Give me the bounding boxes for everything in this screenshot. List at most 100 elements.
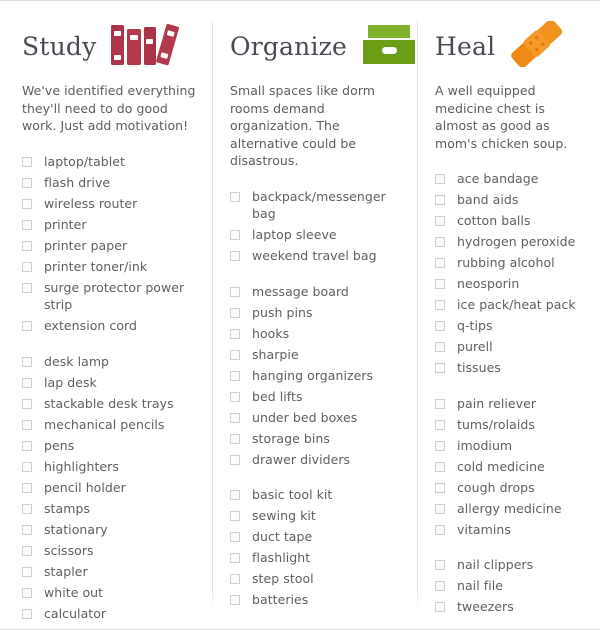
list-item[interactable]: backpack/messenger bag xyxy=(230,188,407,223)
list-item[interactable]: printer toner/ink xyxy=(22,258,202,276)
checkbox[interactable] xyxy=(435,503,445,514)
checkbox[interactable] xyxy=(435,195,445,205)
checkbox[interactable] xyxy=(230,511,240,521)
checkbox[interactable] xyxy=(435,300,445,310)
checkbox[interactable] xyxy=(22,261,32,272)
checkbox[interactable] xyxy=(22,587,32,598)
list-item[interactable]: sewing kit xyxy=(230,507,407,525)
checkbox[interactable] xyxy=(230,454,240,465)
list-item[interactable]: printer paper xyxy=(22,237,202,255)
list-item[interactable]: batteries xyxy=(230,591,407,609)
list-item[interactable]: surge protector power strip xyxy=(22,279,202,314)
checkbox[interactable] xyxy=(230,251,240,261)
list-item[interactable]: laptop sleeve xyxy=(230,226,407,244)
checkbox[interactable] xyxy=(22,461,32,472)
list-item[interactable]: flash drive xyxy=(22,174,202,192)
list-item[interactable]: vitamins xyxy=(435,521,590,539)
list-item[interactable]: lap desk xyxy=(22,374,202,392)
list-item[interactable]: calculator xyxy=(22,605,202,623)
checkbox[interactable] xyxy=(22,282,32,293)
list-item[interactable]: desk lamp xyxy=(22,353,202,371)
checkbox[interactable] xyxy=(435,440,445,451)
checkbox[interactable] xyxy=(435,279,445,289)
checkbox[interactable] xyxy=(22,524,32,535)
list-item[interactable]: duct tape xyxy=(230,528,407,546)
list-item[interactable]: flashlight xyxy=(230,549,407,567)
list-item[interactable]: hanging organizers xyxy=(230,367,407,385)
list-item[interactable]: pencil holder xyxy=(22,479,202,497)
list-item[interactable]: printer xyxy=(22,216,202,234)
list-item[interactable]: hooks xyxy=(230,325,407,343)
list-item[interactable]: scissors xyxy=(22,542,202,560)
list-item[interactable]: ice pack/heat pack xyxy=(435,296,590,314)
list-item[interactable]: wireless router xyxy=(22,195,202,213)
checkbox[interactable] xyxy=(230,490,240,500)
list-item[interactable]: bed lifts xyxy=(230,388,407,406)
list-item[interactable]: cold medicine xyxy=(435,458,590,476)
list-item[interactable]: pain reliever xyxy=(435,395,590,413)
list-item[interactable]: nail file xyxy=(435,577,590,595)
list-item[interactable]: push pins xyxy=(230,304,407,322)
checkbox[interactable] xyxy=(22,198,32,209)
checkbox[interactable] xyxy=(230,433,240,444)
list-item[interactable]: cough drops xyxy=(435,479,590,497)
checkbox[interactable] xyxy=(230,412,240,423)
list-item[interactable]: stackable desk trays xyxy=(22,395,202,413)
checkbox[interactable] xyxy=(22,377,32,388)
checkbox[interactable] xyxy=(435,482,445,493)
checkbox[interactable] xyxy=(22,321,32,331)
checkbox[interactable] xyxy=(230,391,240,402)
checkbox[interactable] xyxy=(435,174,445,184)
checkbox[interactable] xyxy=(22,419,32,430)
list-item[interactable]: allergy medicine xyxy=(435,500,590,518)
checkbox[interactable] xyxy=(435,237,445,247)
checkbox[interactable] xyxy=(435,560,445,570)
checkbox[interactable] xyxy=(22,156,32,167)
checkbox[interactable] xyxy=(435,461,445,472)
checkbox[interactable] xyxy=(230,532,240,542)
list-item[interactable]: tissues xyxy=(435,359,590,377)
list-item[interactable]: ace bandage xyxy=(435,170,590,188)
checkbox[interactable] xyxy=(435,419,445,430)
checkbox[interactable] xyxy=(22,356,32,367)
list-item[interactable]: q-tips xyxy=(435,317,590,335)
list-item[interactable]: white out xyxy=(22,584,202,602)
checkbox[interactable] xyxy=(22,177,32,188)
list-item[interactable]: purell xyxy=(435,338,590,356)
checkbox[interactable] xyxy=(435,258,445,268)
list-item[interactable]: stationary xyxy=(22,521,202,539)
list-item[interactable]: message board xyxy=(230,283,407,301)
list-item[interactable]: basic tool kit xyxy=(230,486,407,504)
checkbox[interactable] xyxy=(22,219,32,230)
checkbox[interactable] xyxy=(435,602,445,612)
list-item[interactable]: tums/rolaids xyxy=(435,416,590,434)
checkbox[interactable] xyxy=(435,581,445,591)
list-item[interactable]: sharpie xyxy=(230,346,407,364)
checkbox[interactable] xyxy=(230,349,240,360)
checkbox[interactable] xyxy=(435,342,445,352)
checkbox[interactable] xyxy=(230,574,240,584)
checkbox[interactable] xyxy=(435,363,445,373)
list-item[interactable]: pens xyxy=(22,437,202,455)
checkbox[interactable] xyxy=(230,191,240,202)
checkbox[interactable] xyxy=(435,398,445,409)
checkbox[interactable] xyxy=(22,608,32,619)
list-item[interactable]: weekend travel bag xyxy=(230,247,407,265)
checkbox[interactable] xyxy=(230,230,240,240)
checkbox[interactable] xyxy=(435,216,445,226)
list-item[interactable]: band aids xyxy=(435,191,590,209)
list-item[interactable]: extension cord xyxy=(22,317,202,335)
list-item[interactable]: stapler xyxy=(22,563,202,581)
list-item[interactable]: step stool xyxy=(230,570,407,588)
list-item[interactable]: drawer dividers xyxy=(230,451,407,469)
list-item[interactable]: nail clippers xyxy=(435,556,590,574)
list-item[interactable]: rubbing alcohol xyxy=(435,254,590,272)
checkbox[interactable] xyxy=(230,307,240,318)
list-item[interactable]: stamps xyxy=(22,500,202,518)
checkbox[interactable] xyxy=(435,321,445,331)
list-item[interactable]: storage bins xyxy=(230,430,407,448)
checkbox[interactable] xyxy=(230,553,240,563)
checkbox[interactable] xyxy=(230,595,240,605)
checkbox[interactable] xyxy=(22,440,32,451)
list-item[interactable]: imodium xyxy=(435,437,590,455)
